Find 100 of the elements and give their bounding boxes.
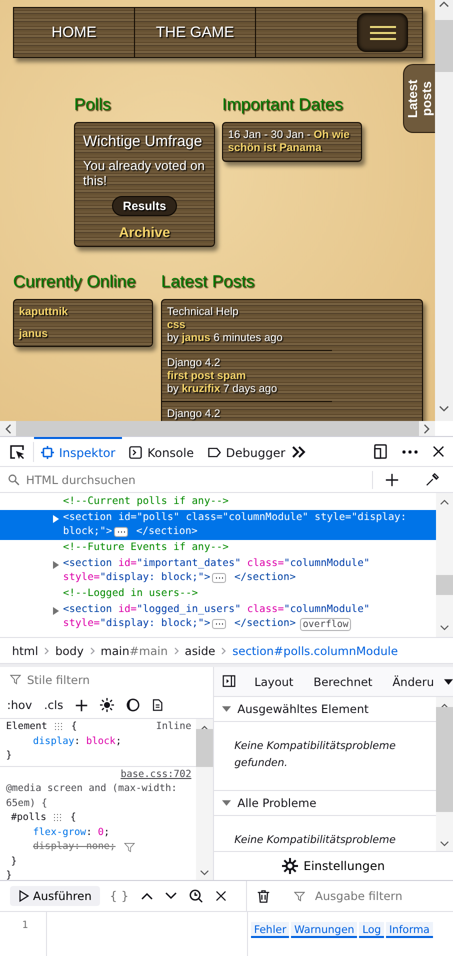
css-code: display: none; (33, 840, 116, 854)
nav-link[interactable]: THE GAME (135, 8, 256, 57)
post-title-link[interactable]: css (167, 319, 327, 332)
trash-icon (257, 888, 270, 904)
section-heading: Currently Online (13, 272, 137, 292)
user-link[interactable]: kaputtnik (19, 306, 147, 318)
markup-code: </section> (233, 617, 296, 631)
poll-message: You already voted on this! (83, 158, 206, 188)
breadcrumb[interactable]: body (55, 644, 84, 658)
log-level-filter[interactable]: Warnungen (291, 922, 358, 938)
devtools-tab[interactable]: Konsole (122, 437, 201, 466)
section-heading: Important Dates (222, 95, 344, 115)
forum-name: Django 4.2 (167, 357, 222, 370)
post-title-link[interactable]: first post spam (167, 370, 327, 383)
log-level-filter[interactable]: Informa (386, 922, 433, 938)
grid-highlighter-icon[interactable] (54, 722, 64, 732)
rule-source[interactable]: base.css:702 (120, 768, 192, 782)
scroll-thumb[interactable] (196, 729, 214, 767)
markup-row[interactable]: <section id="important_dates" class="columnModule" style="display: block;"> </section> (0, 556, 436, 586)
latest-posts-tab[interactable]: Latest posts (403, 64, 435, 133)
collapse-triangle-icon (222, 706, 232, 712)
menu-button[interactable] (357, 13, 408, 52)
pseudo-class-toggle[interactable]: .cls (44, 698, 64, 712)
sidebar-scrollbar[interactable] (436, 697, 453, 851)
user-link[interactable]: janus (19, 328, 147, 340)
scroll-down-icon (200, 870, 210, 876)
section-heading: Latest Posts (161, 272, 256, 292)
moon-icon (126, 698, 140, 712)
post-byline: by kruzifix 7 days ago (167, 383, 278, 396)
play-icon (19, 890, 29, 902)
css-code: flex-grow: 0; (33, 826, 110, 840)
ellipsis-icon[interactable] (212, 573, 226, 583)
markup-row[interactable]: <!--Current polls if any--> (0, 494, 436, 510)
expand-triangle-icon[interactable] (52, 561, 59, 569)
scroll-up-icon (200, 725, 210, 731)
pretty-print-button[interactable]: { } (110, 889, 129, 903)
more-tabs-icon (292, 446, 306, 458)
breadcrumb[interactable]: aside (184, 644, 216, 658)
markup-scrollbar[interactable] (436, 493, 453, 637)
css-code: } (6, 869, 12, 880)
breadcrumb[interactable]: html (12, 644, 38, 658)
archive-link[interactable]: Archive (118, 224, 170, 240)
section-heading: Polls (74, 95, 112, 115)
event-entry[interactable]: 16 Jan - 30 Jan - Oh wie schön ist Panama (228, 129, 356, 155)
devtools-tab[interactable]: Debugger (200, 437, 292, 466)
scroll-up-icon (440, 703, 449, 709)
breadcrumb[interactable]: main#main (100, 644, 168, 658)
section-header[interactable]: Ausgewähltes Element (214, 697, 436, 722)
forum-name: Django 4.2 (167, 408, 222, 421)
run-button[interactable]: Ausführen (10, 886, 100, 906)
css-code: display: block; (33, 734, 122, 748)
element-picker-icon (8, 444, 24, 460)
document-icon (152, 698, 164, 712)
output-filter-field[interactable]: Ausgabe filtern (313, 888, 437, 904)
scroll-thumb[interactable] (436, 575, 453, 595)
section-header[interactable]: Alle Probleme (214, 791, 436, 816)
nav-link[interactable]: HOME (14, 8, 135, 57)
pseudo-class-toggle[interactable]: :hov (7, 698, 32, 712)
markup-row[interactable]: <!--Logged in users--> (0, 586, 436, 602)
breadcrumb[interactable]: section#polls.columnModule (232, 644, 398, 658)
compatibility-message: Keine Kompatibilitätsprobleme gefunden. (234, 740, 396, 769)
expand-triangle-icon[interactable] (52, 515, 59, 523)
markup-row[interactable]: <section id="logged_in_users" class="columnModule" style="display: block;"> </section> overflow (0, 602, 436, 632)
settings-icon (282, 858, 298, 874)
next-icon (164, 892, 177, 900)
scroll-down-icon (440, 625, 449, 631)
html-search-field[interactable]: HTML durchsuchen (24, 472, 360, 488)
line-number: 1 (22, 920, 28, 931)
log-level-filter[interactable]: Log (359, 922, 384, 938)
poll-title: Wichtige Umfrage (83, 133, 204, 150)
styles-filter-field[interactable]: Stile filtern (25, 672, 179, 688)
scroll-up-icon (440, 499, 449, 505)
overflow-badge[interactable]: overflow (300, 618, 352, 630)
rules-scrollbar[interactable] (196, 719, 214, 880)
search-icon (8, 474, 20, 486)
log-level-filter[interactable]: Fehler (251, 922, 290, 938)
grid-highlighter-icon[interactable] (53, 813, 64, 824)
sidebar-tab[interactable]: Berechnet (303, 667, 382, 696)
scroll-thumb[interactable] (436, 707, 453, 812)
markup-code: <section id="polls" class="columnModule" style="display: (63, 511, 407, 525)
ellipsis-icon[interactable] (114, 527, 128, 537)
breadcrumb-chevron-icon (221, 646, 226, 654)
scroll-down-icon (440, 841, 449, 847)
filter-icon[interactable] (124, 842, 135, 853)
devtools-tab[interactable]: Inspektor (34, 437, 122, 466)
expand-triangle-icon[interactable] (52, 607, 59, 615)
sidebar-tab[interactable]: Änderu (382, 667, 444, 696)
scroll-thumb[interactable] (435, 20, 453, 72)
results-button[interactable]: Results (112, 196, 178, 216)
vertical-scrollbar[interactable] (435, 0, 453, 421)
markup-row[interactable]: <section id="polls" class="columnModule" style="display: block;"> </section> (0, 510, 436, 540)
add-rule-icon (75, 698, 88, 712)
horizontal-scrollbar[interactable] (0, 421, 435, 436)
post-byline: by janus 6 minutes ago (167, 332, 284, 345)
forum-name: Technical Help (167, 306, 240, 319)
sidebar-tab[interactable]: Layout (244, 667, 304, 696)
ellipsis-icon[interactable] (212, 619, 226, 629)
history-search-icon (188, 889, 203, 903)
markup-row[interactable]: <!--Future Events if any--> (0, 540, 436, 556)
section-title: Ausgewähltes Element (237, 702, 369, 716)
